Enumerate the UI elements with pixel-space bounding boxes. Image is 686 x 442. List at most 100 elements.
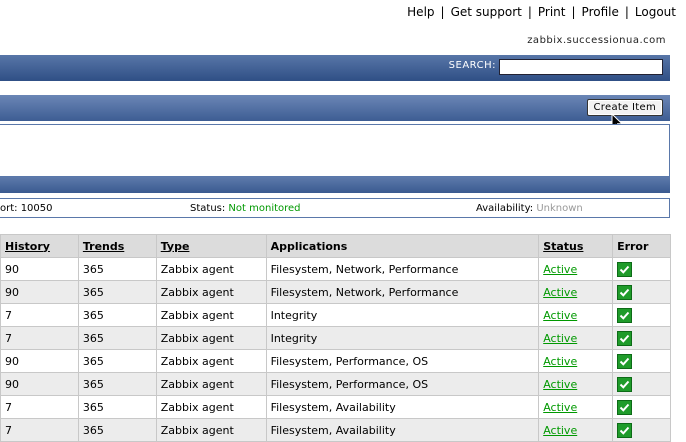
applications-cell: Integrity [265,303,540,327]
type-cell: Zabbix agent [155,280,267,304]
table-row: 7 365 Zabbix agent Integrity Active [0,303,671,327]
table-row: 90 365 Zabbix agent Filesystem, Network, Pe… [0,280,671,304]
availability-label: Availability: [476,203,534,214]
trends-cell: 365 [77,280,157,304]
type-cell: Zabbix agent [155,395,267,419]
history-cell: 7 [0,326,79,350]
logout-link[interactable]: Logout [635,5,676,19]
create-item-button[interactable]: Create Item [586,99,663,116]
ok-check-icon [617,307,633,323]
status-toggle-link[interactable]: Active [543,424,577,437]
status-toggle-link[interactable]: Active [543,355,577,368]
status-cell: Active [538,372,614,396]
status-label: Status: [190,203,226,214]
type-column-header[interactable]: Type [155,234,267,258]
error-cell [612,326,671,350]
type-cell: Zabbix agent [155,418,267,442]
history-cell: 90 [0,280,79,304]
applications-cell: Filesystem, Network, Performance [265,257,540,281]
ok-check-icon [617,376,633,392]
type-cell: Zabbix agent [155,326,267,350]
separator: | [624,5,629,19]
table-row: 90 365 Zabbix agent Filesystem, Performance… [0,372,671,396]
applications-cell: Integrity [265,326,540,350]
error-cell [612,418,671,442]
status-cell: Active [538,257,614,281]
host-header-bar [0,177,670,193]
table-row: 90 365 Zabbix agent Filesystem, Network, Pe… [0,257,671,281]
status-value: Not monitored [228,203,301,214]
status-toggle-link[interactable]: Active [543,332,577,345]
applications-cell: Filesystem, Network, Performance [265,280,540,304]
separator: | [440,5,445,19]
table-row: 90 365 Zabbix agent Filesystem, Performance… [0,349,671,373]
status-toggle-link[interactable]: Active [543,401,577,414]
history-cell: 90 [0,349,79,373]
error-cell [612,395,671,419]
ok-check-icon [617,353,633,369]
status-cell: Active [538,280,614,304]
ok-check-icon [617,284,633,300]
trends-cell: 365 [77,303,157,327]
status-cell: Active [538,418,614,442]
history-column-header[interactable]: History [0,234,79,258]
applications-cell: Filesystem, Availability [265,418,540,442]
error-cell [612,372,671,396]
search-input[interactable] [499,59,663,75]
table-row: 7 365 Zabbix agent Integrity Active [0,326,671,350]
filter-panel [0,124,670,177]
type-cell: Zabbix agent [155,257,267,281]
error-cell [612,257,671,281]
trends-cell: 365 [77,349,157,373]
print-link[interactable]: Print [538,5,566,19]
status-cell: Active [538,395,614,419]
host-availability: Availability: Unknown [476,203,583,214]
host-port: ort: 10050 [0,203,53,214]
error-cell [612,303,671,327]
table-row: 7 365 Zabbix agent Filesystem, Availability… [0,418,671,442]
trends-cell: 365 [77,418,157,442]
status-toggle-link[interactable]: Active [543,378,577,391]
trends-column-header[interactable]: Trends [77,234,157,258]
items-title-bar: Create Item [0,95,670,121]
server-hostname: zabbix.successionua.com [527,35,666,46]
get-support-link[interactable]: Get support [451,5,522,19]
ok-check-icon [617,330,633,346]
history-cell: 90 [0,257,79,281]
table-row: 7 365 Zabbix agent Filesystem, Availability… [0,395,671,419]
host-info-bar: ort: 10050 Status: Not monitored Availab… [0,198,670,218]
status-cell: Active [538,303,614,327]
history-cell: 7 [0,395,79,419]
status-cell: Active [538,349,614,373]
error-cell [612,280,671,304]
ok-check-icon [617,422,633,438]
search-bar: SEARCH: [0,55,670,81]
applications-cell: Filesystem, Performance, OS [265,349,540,373]
profile-link[interactable]: Profile [582,5,619,19]
applications-cell: Filesystem, Performance, OS [265,372,540,396]
availability-value: Unknown [536,203,583,214]
ok-check-icon [617,399,633,415]
status-toggle-link[interactable]: Active [543,263,577,276]
top-nav-links: Help | Get support | Print | Profile | L… [407,4,676,20]
type-cell: Zabbix agent [155,349,267,373]
error-cell [612,349,671,373]
trends-cell: 365 [77,326,157,350]
ok-check-icon [617,261,633,277]
history-cell: 7 [0,418,79,442]
status-toggle-link[interactable]: Active [543,309,577,322]
history-cell: 90 [0,372,79,396]
search-label: SEARCH: [448,60,496,71]
type-cell: Zabbix agent [155,303,267,327]
status-cell: Active [538,326,614,350]
separator: | [571,5,576,19]
trends-cell: 365 [77,372,157,396]
history-cell: 7 [0,303,79,327]
trends-cell: 365 [77,257,157,281]
applications-column-header: Applications [265,234,540,258]
status-toggle-link[interactable]: Active [543,286,577,299]
status-column-header[interactable]: Status [538,234,614,258]
applications-cell: Filesystem, Availability [265,395,540,419]
table-header-row: History Trends Type Applications Status … [0,234,671,258]
help-link[interactable]: Help [407,5,434,19]
